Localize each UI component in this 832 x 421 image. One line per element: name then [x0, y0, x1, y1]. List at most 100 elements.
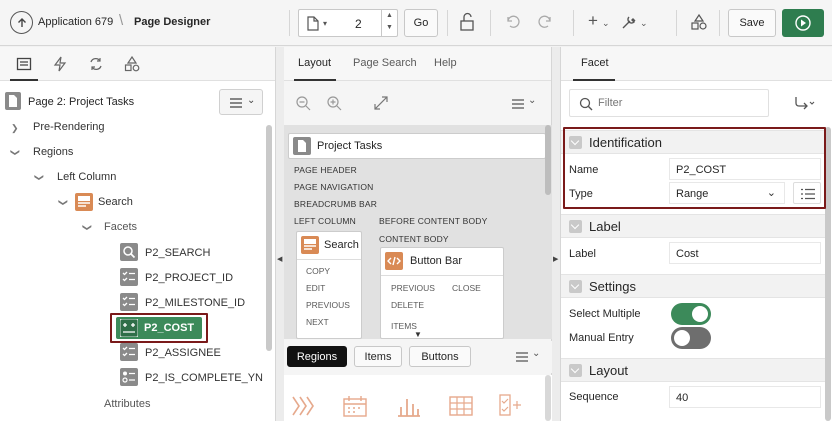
button-close[interactable]: CLOSE [452, 283, 481, 293]
tab-facet[interactable]: Facet [581, 57, 609, 69]
run-page-button[interactable] [782, 9, 824, 37]
save-button[interactable]: Save [728, 9, 776, 37]
tree-node-search[interactable]: Search [98, 196, 133, 208]
tree-menu-button[interactable]: ⌄ [219, 89, 263, 115]
chevron-down-icon[interactable]: ▾ [323, 19, 327, 28]
layout-menu-button[interactable]: ⌄ [510, 94, 546, 114]
property-editor: Facet Identification Name P2_COST Type R… [560, 47, 832, 421]
layout-page-title-bar[interactable]: Project Tasks [288, 133, 546, 159]
list-region-icon[interactable] [498, 393, 524, 417]
page-number-stepper[interactable]: ▲ ▼ [381, 10, 397, 36]
zoom-in-icon[interactable] [326, 95, 342, 111]
label-field[interactable]: Cost [669, 242, 821, 264]
calendar-region-icon[interactable] [342, 395, 368, 417]
button-delete[interactable]: DELETE [391, 300, 424, 310]
grid-region-icon[interactable] [448, 395, 474, 417]
button-bar-region-card[interactable]: Button Bar PREVIOUS CLOSE DELETE ITEMS [380, 247, 504, 339]
position-breadcrumb-bar[interactable]: BREADCRUMB BAR [294, 199, 377, 209]
shapes-icon[interactable] [690, 13, 708, 31]
canvas-scrollbar[interactable] [545, 125, 551, 195]
plus-icon[interactable]: + [588, 12, 598, 30]
page-icon [293, 137, 311, 155]
tab-page-search[interactable]: Page Search [353, 57, 417, 69]
tree-node-regions[interactable]: Regions [33, 146, 73, 158]
tree-node-attributes[interactable]: Attributes [104, 398, 150, 410]
tree-item-p2-project-id[interactable]: P2_PROJECT_ID [145, 272, 233, 284]
button-next[interactable]: NEXT [306, 317, 329, 327]
tree-item-p2-search[interactable]: P2_SEARCH [145, 247, 210, 259]
button-edit[interactable]: EDIT [306, 283, 325, 293]
sequence-field[interactable]: 40 [669, 386, 821, 408]
filter-input[interactable] [598, 94, 758, 112]
button-previous[interactable]: PREVIOUS [391, 283, 435, 293]
processing-icon[interactable] [88, 56, 104, 72]
tree-item-p2-is-complete-yn[interactable]: P2_IS_COMPLETE_YN [145, 372, 263, 384]
collapse-left-icon[interactable]: ◀ [277, 255, 282, 263]
divider [573, 10, 574, 36]
button-previous[interactable]: PREVIOUS [306, 300, 350, 310]
region-gallery [284, 375, 552, 421]
divider [676, 10, 677, 36]
section-label[interactable]: Label [561, 214, 825, 238]
gallery-scrollbar[interactable] [545, 375, 551, 421]
page-selector[interactable]: ▾ 2 ▲ ▼ [298, 9, 398, 37]
go-button[interactable]: Go [404, 9, 438, 37]
filter-box[interactable] [569, 89, 769, 117]
tree-item-p2-milestone-id[interactable]: P2_MILESTONE_ID [145, 297, 245, 309]
chevron-down-icon[interactable]: ⌄ [640, 14, 648, 32]
chevron-down-icon[interactable]: ❯ [9, 149, 20, 157]
shared-components-icon[interactable] [124, 56, 140, 72]
chevron-down-icon[interactable]: ⌄ [602, 14, 610, 32]
arrow-up-icon[interactable] [10, 11, 33, 34]
search-region-icon [75, 193, 93, 211]
application-link[interactable]: Application 679 [38, 16, 113, 28]
tree-scrollbar[interactable] [266, 125, 272, 351]
tree-item-p2-assignee[interactable]: P2_ASSIGNEE [145, 347, 221, 359]
manual-entry-toggle[interactable] [671, 327, 711, 349]
tree-node-left-column[interactable]: Left Column [57, 171, 116, 183]
right-splitter[interactable]: ▶ [552, 47, 560, 421]
divider [381, 275, 503, 276]
undo-icon[interactable] [505, 14, 521, 30]
position-page-header[interactable]: PAGE HEADER [294, 165, 357, 175]
search-region-card[interactable]: Search COPY EDIT PREVIOUS NEXT [296, 231, 362, 339]
tab-layout[interactable]: Layout [298, 57, 331, 69]
chevron-right-icon[interactable]: ❯ [11, 123, 19, 134]
wrench-icon[interactable] [620, 13, 638, 31]
gallery-tab-buttons[interactable]: Buttons [409, 346, 471, 367]
gallery-tab-items[interactable]: Items [354, 346, 402, 367]
dynamic-actions-icon[interactable] [52, 56, 68, 72]
position-before-content-body[interactable]: BEFORE CONTENT BODY [379, 216, 488, 226]
tree-node-facets[interactable]: Facets [104, 221, 137, 233]
property-label-select-multiple: Select Multiple [569, 308, 641, 320]
page-number-input[interactable]: 2 [355, 17, 362, 31]
gallery-tab-regions[interactable]: Regions [287, 346, 347, 367]
position-left-column[interactable]: LEFT COLUMN [294, 216, 356, 226]
wizard-region-icon[interactable] [292, 395, 318, 417]
radio-group-icon [120, 368, 138, 386]
go-to-group-icon[interactable] [793, 95, 815, 111]
redo-icon[interactable] [537, 14, 553, 30]
gallery-menu-button[interactable]: ⌄ [514, 347, 548, 367]
chevron-down-icon[interactable]: ❯ [57, 199, 68, 207]
section-layout[interactable]: Layout [561, 358, 825, 382]
expand-icon[interactable] [373, 95, 389, 111]
zoom-out-icon[interactable] [295, 95, 311, 111]
position-content-body[interactable]: CONTENT BODY [379, 234, 449, 244]
select-multiple-toggle[interactable] [671, 303, 711, 325]
collapse-right-icon[interactable]: ▶ [553, 255, 558, 263]
tab-help[interactable]: Help [434, 57, 457, 69]
rendering-tree-icon[interactable] [16, 56, 32, 72]
scroll-down-icon[interactable]: ▼ [414, 330, 422, 339]
left-splitter[interactable]: ◀ [276, 47, 284, 421]
tree-node-pre-rendering[interactable]: Pre-Rendering [33, 121, 105, 133]
section-settings[interactable]: Settings [561, 274, 825, 298]
position-page-navigation[interactable]: PAGE NAVIGATION [294, 182, 374, 192]
chart-region-icon[interactable] [396, 395, 422, 417]
chevron-down-icon[interactable]: ❯ [81, 224, 92, 232]
checkbox-list-icon [120, 293, 138, 311]
unlock-icon[interactable] [459, 12, 477, 32]
property-label-sequence: Sequence [569, 391, 619, 403]
chevron-down-icon[interactable]: ❯ [33, 174, 44, 182]
button-copy[interactable]: COPY [306, 266, 330, 276]
